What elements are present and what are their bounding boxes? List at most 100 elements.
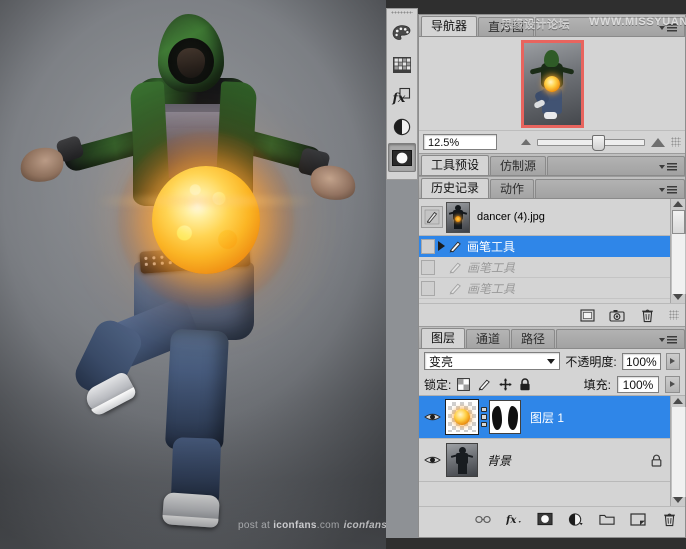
swatches-grid-icon[interactable] xyxy=(388,50,416,79)
history-resize-grip[interactable] xyxy=(669,310,679,320)
history-state-list[interactable]: dancer (4).jpg 画笔工具 xyxy=(419,199,670,303)
add-layer-mask-button[interactable] xyxy=(537,511,553,527)
tab-histogram[interactable]: 直方图 xyxy=(478,17,534,36)
layer-name-label: 背景 xyxy=(487,452,511,469)
blend-mode-select[interactable]: 变亮 xyxy=(424,352,560,370)
history-state-slot[interactable] xyxy=(421,239,435,254)
trash-icon xyxy=(641,308,654,323)
zoom-slider[interactable] xyxy=(537,139,645,146)
lock-all-icon[interactable] xyxy=(519,378,531,391)
watermark-prefix: post at xyxy=(238,520,273,531)
zoom-out-icon[interactable] xyxy=(521,139,531,145)
history-scrollbar-track[interactable] xyxy=(671,234,686,294)
scroll-up-arrow-icon[interactable] xyxy=(673,201,683,207)
delete-layer-button[interactable] xyxy=(661,511,677,527)
folder-icon xyxy=(599,513,615,526)
tab-layers[interactable]: 图层 xyxy=(421,328,465,348)
styles-fx-glyph: fx xyxy=(391,86,413,106)
svg-text:fx: fx xyxy=(506,514,517,526)
tab-tool-presets[interactable]: 工具预设 xyxy=(421,155,489,175)
opacity-input[interactable]: 100% xyxy=(622,353,661,370)
history-scrollbar[interactable] xyxy=(670,199,685,303)
scroll-down-arrow-icon[interactable] xyxy=(673,294,683,300)
watermark-logo: iconfans xyxy=(344,520,386,531)
new-layer-button[interactable] xyxy=(630,511,646,527)
delete-state-button[interactable] xyxy=(639,307,655,323)
mask-link-icon[interactable] xyxy=(480,407,487,427)
lock-position-icon[interactable] xyxy=(499,378,512,391)
new-snapshot-button[interactable] xyxy=(609,307,625,323)
layers-scrollbar-track[interactable] xyxy=(671,407,686,497)
layer-style-fx-button[interactable]: fx xyxy=(506,511,522,527)
layer-visibility-toggle[interactable] xyxy=(421,411,443,423)
image-canvas[interactable]: post at iconfans.comiconfans xyxy=(0,0,386,549)
history-state-row[interactable]: 画笔工具 xyxy=(419,278,670,299)
navigator-thumbnail[interactable] xyxy=(521,40,584,128)
history-footer-toolbar xyxy=(419,303,685,326)
layer-row-2[interactable]: 背景 xyxy=(419,439,670,482)
dancer-straight-shoe xyxy=(162,492,220,528)
brush-tool-icon xyxy=(448,261,463,274)
fill-input[interactable]: 100% xyxy=(617,376,659,393)
layer-visibility-toggle[interactable] xyxy=(421,454,443,466)
layer-list[interactable]: 图层 1 xyxy=(419,396,670,506)
tab-navigator[interactable]: 导航器 xyxy=(421,16,477,36)
history-state-row[interactable]: 画笔工具 xyxy=(419,257,670,278)
adjustments-icon[interactable] xyxy=(388,112,416,141)
history-state-slot[interactable] xyxy=(421,260,435,275)
zoom-in-icon[interactable] xyxy=(651,138,665,147)
history-state-slot[interactable] xyxy=(421,281,435,296)
new-adjustment-layer-button[interactable] xyxy=(568,511,584,527)
navigator-panel-menu-icon[interactable] xyxy=(659,22,679,34)
navigator-thumbnail-figure xyxy=(530,50,574,122)
tab-channels[interactable]: 通道 xyxy=(466,329,510,348)
scroll-down-arrow-icon[interactable] xyxy=(673,497,683,503)
layer-thumbnail[interactable] xyxy=(446,443,478,477)
layers-scrollbar[interactable] xyxy=(670,396,685,506)
color-palette-glyph xyxy=(391,24,413,44)
layer-mask-thumbnail[interactable] xyxy=(489,400,521,434)
lock-label: 锁定: xyxy=(424,376,451,393)
new-group-button[interactable] xyxy=(599,511,615,527)
color-palette-icon[interactable] xyxy=(388,19,416,48)
lock-transparent-pixels-icon[interactable] xyxy=(457,378,470,391)
navigator-preview[interactable] xyxy=(419,37,685,130)
history-snapshot-row[interactable]: dancer (4).jpg xyxy=(419,199,670,236)
opacity-stepper[interactable] xyxy=(666,353,680,370)
zoom-level-input[interactable]: 12.5% xyxy=(423,134,497,150)
navigator-panel: 导航器 直方图 xyxy=(419,15,685,153)
layer-row-1[interactable]: 图层 1 xyxy=(419,396,670,439)
history-snapshot-thumbnail xyxy=(446,202,470,233)
navigator-tabbar-filler xyxy=(535,17,685,36)
history-panel-menu-icon[interactable] xyxy=(659,184,679,196)
scroll-up-arrow-icon[interactable] xyxy=(673,398,683,404)
link-icon xyxy=(475,514,491,525)
canvas-watermark: post at iconfans.comiconfans xyxy=(238,520,386,531)
lock-buttons xyxy=(457,378,531,391)
fx-icon: fx xyxy=(506,512,522,526)
layers-panel-menu-icon[interactable] xyxy=(659,334,679,346)
set-source-for-history-brush-icon[interactable] xyxy=(421,206,443,228)
navigator-resize-grip[interactable] xyxy=(671,137,681,147)
styles-fx-icon[interactable]: fx xyxy=(388,81,416,110)
layers-tabbar: 图层 通道 路径 xyxy=(419,327,685,349)
zoom-slider-handle[interactable] xyxy=(592,135,605,151)
new-layer-icon xyxy=(630,513,646,526)
fill-stepper[interactable] xyxy=(665,376,680,393)
history-scrollbar-thumb[interactable] xyxy=(672,210,685,234)
new-document-from-state-button[interactable] xyxy=(579,307,595,323)
layers-panel: 图层 通道 路径 变亮 不透明度: 100% 锁定: xyxy=(419,326,685,531)
tab-actions[interactable]: 动作 xyxy=(490,179,534,198)
lock-image-pixels-icon[interactable] xyxy=(477,378,492,391)
history-state-row[interactable]: 画笔工具 xyxy=(419,236,670,257)
masks-icon[interactable] xyxy=(388,143,416,172)
tab-history[interactable]: 历史记录 xyxy=(421,178,489,198)
tab-clone-source[interactable]: 仿制源 xyxy=(490,156,546,175)
tool-presets-panel-menu-icon[interactable] xyxy=(659,161,679,173)
history-state-label: 画笔工具 xyxy=(467,280,515,297)
opacity-label: 不透明度: xyxy=(565,353,616,370)
layer-thumbnail[interactable] xyxy=(446,400,478,434)
link-layers-button[interactable] xyxy=(475,511,491,527)
camera-icon xyxy=(609,309,625,322)
tab-paths[interactable]: 路径 xyxy=(511,329,555,348)
